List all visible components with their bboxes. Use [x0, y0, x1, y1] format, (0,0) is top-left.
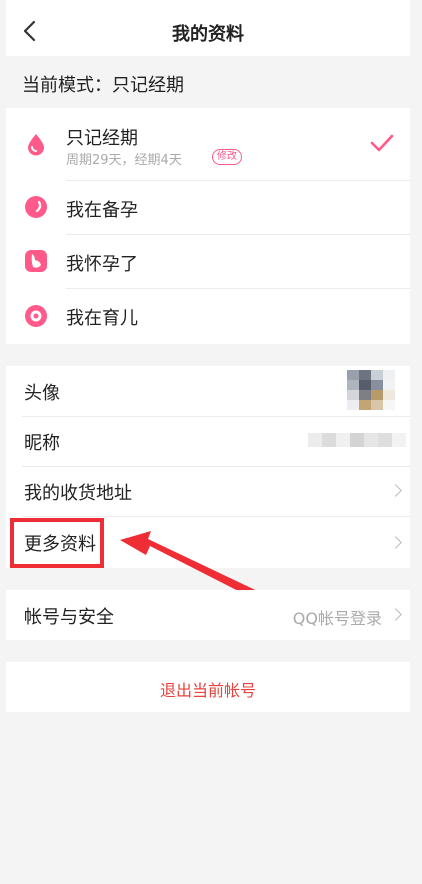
account-label: 帐号与安全	[24, 607, 114, 628]
logout-button[interactable]: 退出当前帐号	[6, 677, 410, 701]
logout-card: 退出当前帐号	[6, 662, 410, 712]
account-row[interactable]: 帐号与安全 QQ帐号登录	[6, 590, 410, 640]
account-value: QQ帐号登录	[292, 609, 382, 628]
account-card: 帐号与安全 QQ帐号登录	[6, 590, 410, 640]
chevron-right-icon	[389, 608, 402, 621]
annotation-arrow-icon	[120, 531, 268, 603]
